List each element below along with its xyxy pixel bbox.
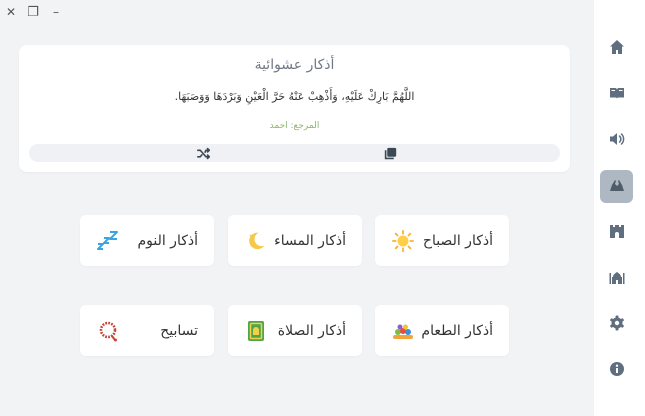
sidebar-item-audio[interactable] (600, 124, 633, 157)
home-icon (609, 39, 625, 59)
info-icon (609, 361, 625, 381)
card-title: أذكار عشوائية (254, 57, 335, 73)
sidebar-item-quran[interactable] (600, 78, 633, 111)
sidebar-item-adhkar[interactable] (600, 170, 633, 203)
tile-morning-adhkar[interactable]: أذكار الصباح (375, 215, 509, 266)
castle-icon (609, 223, 625, 243)
speaker-icon (609, 131, 625, 151)
dhikr-text: اللَّهُمَّ بَارِكْ عَلَيْهِ، وَأَذْهِبْ … (174, 90, 415, 103)
tile-label: تسابيح (160, 322, 198, 339)
tile-sleep-adhkar[interactable]: أذكار النوم (80, 215, 214, 266)
tile-label: أذكار المساء (274, 232, 346, 249)
praying-hands-icon (609, 177, 625, 197)
tile-prayer-adhkar[interactable]: أذكار الصلاة (228, 305, 362, 356)
sun-icon (391, 229, 415, 253)
tile-food-adhkar[interactable]: أذكار الطعام (375, 305, 509, 356)
sidebar-item-about[interactable] (600, 354, 633, 387)
sidebar-item-settings[interactable] (600, 308, 633, 341)
quran-icon (609, 85, 625, 105)
sleep-icon (96, 229, 120, 253)
prayer-mat-icon (244, 319, 268, 343)
tile-label: أذكار الصلاة (277, 322, 346, 339)
copy-icon[interactable] (383, 146, 397, 160)
sidebar-item-fortress[interactable] (600, 216, 633, 249)
sidebar-item-home[interactable] (600, 32, 633, 65)
sidebar-item-mosque[interactable] (600, 262, 633, 295)
tile-tasbih[interactable]: تسابيح (80, 305, 214, 356)
card-actions-bar (29, 144, 560, 162)
restore-window-button[interactable]: ❐ (25, 4, 41, 20)
dhikr-reference: المرجع: احمد (269, 121, 320, 131)
tile-evening-adhkar[interactable]: أذكار المساء (228, 215, 362, 266)
tasbih-icon (96, 319, 120, 343)
random-dhikr-card: أذكار عشوائية اللَّهُمَّ بَارِكْ عَلَيْه… (19, 45, 570, 172)
close-window-button[interactable]: ✕ (3, 4, 19, 20)
moon-icon (244, 229, 268, 253)
tile-label: أذكار الطعام (421, 322, 493, 339)
sidebar (594, 0, 645, 416)
settings-icon (609, 315, 625, 335)
mosque-icon (609, 269, 625, 289)
food-icon (391, 319, 415, 343)
tile-label: أذكار الصباح (422, 232, 493, 249)
tile-label: أذكار النوم (137, 232, 198, 249)
minimize-window-button[interactable]: – (48, 4, 64, 20)
shuffle-icon[interactable] (196, 146, 210, 160)
